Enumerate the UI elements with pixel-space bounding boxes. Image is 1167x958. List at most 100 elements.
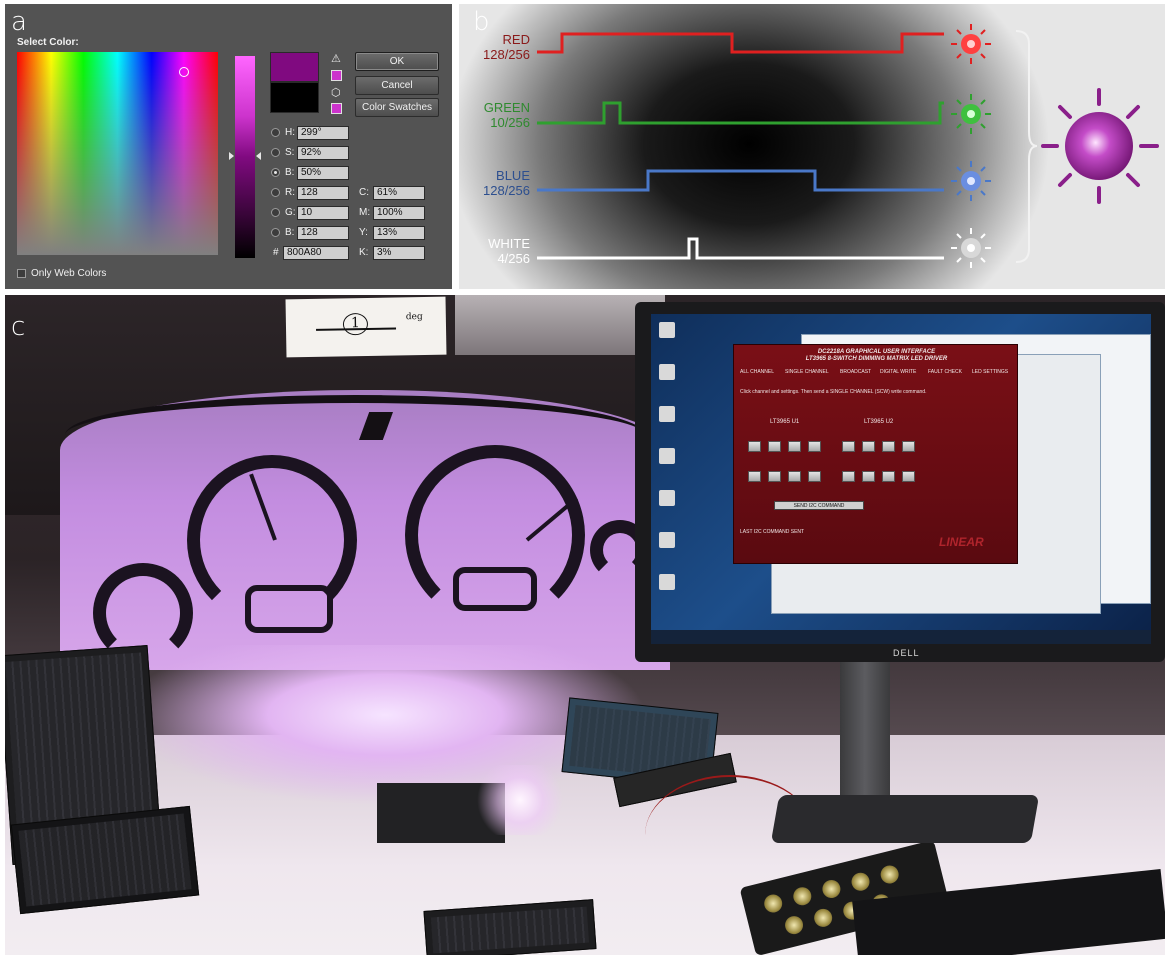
green-led-icon	[951, 94, 991, 134]
out-of-gamut-warning-icon[interactable]: ⚠	[331, 54, 343, 65]
cyan-label: C:	[359, 187, 369, 198]
channel-button[interactable]	[748, 471, 761, 482]
brightness-slider[interactable]	[235, 56, 255, 258]
channel-button[interactable]	[842, 471, 855, 482]
green-input[interactable]: 10	[297, 206, 349, 220]
u2-label: LT3965 U2	[864, 419, 894, 425]
web-safe-swatch[interactable]	[331, 103, 342, 114]
led-dot	[762, 892, 785, 915]
saturation-label: S:	[285, 147, 295, 158]
pwm-waveform-panel: b RED 128/256 GREEN 10/256 BLUE 128/256 …	[459, 4, 1165, 289]
channel-button[interactable]	[862, 471, 875, 482]
saturation-input[interactable]: 92%	[297, 146, 349, 160]
slider-arrow-left-icon[interactable]	[229, 152, 234, 160]
only-web-colors-checkbox[interactable]	[17, 269, 26, 278]
yellow-input[interactable]: 13%	[373, 226, 425, 240]
monitor: DC2218A GRAPHICAL USER INTERFACE LT3965 …	[635, 302, 1165, 662]
red-input[interactable]: 128	[297, 186, 349, 200]
yellow-row: Y: 13%	[359, 226, 439, 240]
white-led-icon	[951, 228, 991, 268]
channel-button[interactable]	[808, 471, 821, 482]
red-radio[interactable]	[271, 188, 280, 197]
gui-instruction: Click channel and settings. Then send a …	[740, 389, 927, 395]
channel-button[interactable]	[768, 441, 781, 452]
channel-button[interactable]	[902, 441, 915, 452]
firefox-icon	[659, 532, 675, 548]
led-light-spot	[475, 765, 565, 835]
app-icon	[659, 406, 675, 422]
channel-button[interactable]	[902, 471, 915, 482]
channel-button[interactable]	[842, 441, 855, 452]
windows-taskbar	[651, 630, 1151, 644]
only-web-colors-label: Only Web Colors	[31, 268, 107, 279]
paper-note: deg	[405, 312, 423, 323]
hex-row: # 800A80	[271, 246, 351, 260]
send-i2c-command-button[interactable]: SEND I2C COMMAND	[774, 501, 864, 510]
chrome-icon	[659, 490, 675, 506]
black-input[interactable]: 3%	[373, 246, 425, 260]
channel-button[interactable]	[788, 441, 801, 452]
black-row: K: 3%	[359, 246, 439, 260]
channel-button[interactable]	[862, 441, 875, 452]
acrobat-icon	[659, 364, 675, 380]
color-swatches-button[interactable]: Color Swatches	[355, 98, 439, 117]
brightness-input[interactable]: 50%	[297, 166, 349, 180]
gui-title-line1: DC2218A GRAPHICAL USER INTERFACE	[817, 349, 936, 355]
ok-button[interactable]: OK	[355, 52, 439, 71]
channel-button[interactable]	[748, 441, 761, 452]
panel-letter-a: a	[11, 7, 27, 37]
saturation-radio[interactable]	[271, 148, 280, 157]
new-color-swatch	[270, 52, 319, 82]
hue-radio[interactable]	[271, 128, 280, 137]
channel-button[interactable]	[768, 471, 781, 482]
monitor-stand-base	[770, 795, 1040, 843]
blue-row: B: 128	[271, 226, 351, 240]
cyan-input[interactable]: 61%	[373, 186, 425, 200]
magenta-input[interactable]: 100%	[373, 206, 425, 220]
tab-single-channel[interactable]: SINGLE CHANNEL	[785, 369, 829, 375]
led-dot	[849, 870, 872, 893]
brightness-radio[interactable]	[271, 168, 280, 177]
channel-button[interactable]	[882, 471, 895, 482]
brightness-label: B:	[285, 167, 295, 178]
black-label: K:	[359, 247, 369, 258]
channel-button[interactable]	[808, 441, 821, 452]
saturation-row: S: 92%	[271, 146, 351, 160]
channel-button[interactable]	[788, 471, 801, 482]
tab-fault-check[interactable]: FAULT CHECK	[928, 369, 962, 375]
led-dot	[820, 878, 843, 900]
monitor-stand	[840, 660, 890, 810]
waveform-graphic	[537, 24, 1159, 268]
color-field[interactable]	[17, 52, 218, 255]
red-row: R: 128	[271, 186, 351, 200]
paper-number: 1	[342, 312, 369, 336]
slider-arrow-right-icon[interactable]	[256, 152, 261, 160]
hue-input[interactable]: 299°	[297, 126, 349, 140]
tab-all-channel[interactable]: ALL CHANNEL	[740, 369, 774, 375]
green-row: G: 10	[271, 206, 351, 220]
tab-broadcast[interactable]: BROADCAST	[840, 369, 871, 375]
dialog-title: Select Color:	[17, 37, 79, 48]
green-label: G:	[285, 207, 296, 218]
blue-waveform	[537, 169, 944, 192]
current-color-swatch[interactable]	[270, 82, 319, 113]
cancel-button[interactable]: Cancel	[355, 76, 439, 95]
background-equipment	[455, 295, 665, 355]
blue-label: B:	[285, 227, 295, 238]
green-radio[interactable]	[271, 208, 280, 217]
gamut-swatch[interactable]	[331, 70, 342, 81]
color-field-marker[interactable]	[179, 67, 189, 77]
brace-icon	[1015, 30, 1038, 263]
gui-title-line2: LT3965 8-SWITCH DIMMING MATRIX LED DRIVE…	[805, 356, 948, 362]
panel-letter-c: c	[11, 312, 26, 342]
cyan-row: C: 61%	[359, 186, 439, 200]
green-waveform	[537, 101, 944, 125]
channel-button[interactable]	[882, 441, 895, 452]
web-safe-cube-icon[interactable]: ⬡	[331, 88, 343, 100]
blue-radio[interactable]	[271, 228, 280, 237]
blue-input[interactable]: 128	[297, 226, 349, 240]
tab-led-settings[interactable]: LED SETTINGS	[972, 369, 1008, 375]
hex-input[interactable]: 800A80	[283, 246, 349, 260]
tab-digital-write[interactable]: DIGITAL WRITE	[880, 369, 916, 375]
red-led-icon	[951, 24, 991, 64]
